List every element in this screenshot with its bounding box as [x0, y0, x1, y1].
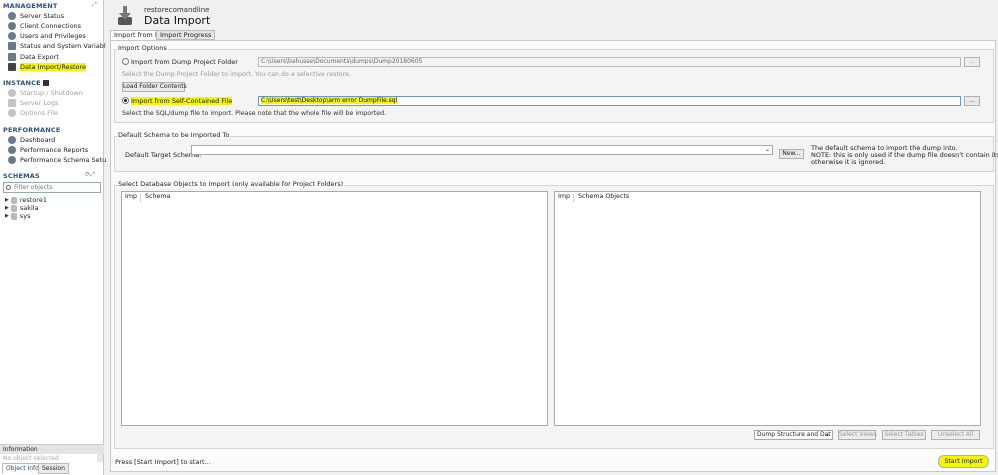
nav-performance-reports[interactable]: Performance Reports — [8, 145, 88, 155]
refresh-schemas-icon[interactable]: ⟳⤢ — [85, 171, 95, 179]
select-tables-button[interactable]: Select Tables — [882, 430, 926, 440]
expand-arrow-icon[interactable]: ▶ — [5, 213, 9, 219]
nav-data-export[interactable]: Data Export — [8, 52, 59, 62]
nav-client-connections[interactable]: Client Connections — [8, 21, 81, 31]
dashboard-icon — [8, 136, 16, 144]
nav-startup-shutdown[interactable]: Startup / Shutdown — [8, 88, 83, 98]
schema-restore1[interactable]: ▶ restore1 — [5, 196, 47, 204]
default-target-schema-select[interactable]: ⌄ — [191, 145, 773, 155]
performance-title: PERFORMANCE — [3, 126, 61, 134]
information-header: Information — [0, 444, 104, 454]
expand-icon[interactable]: ⤢ — [92, 1, 97, 9]
self-contained-file-label[interactable]: Import from Self-Contained File — [131, 97, 233, 105]
expand-arrow-icon[interactable]: ▶ — [5, 205, 9, 211]
expand-arrow-icon[interactable]: ▶ — [5, 197, 9, 203]
info-text: No object selected — [3, 455, 59, 462]
schema-sys[interactable]: ▶ sys — [5, 212, 30, 220]
nav-status-variables[interactable]: Status and System Variables — [8, 41, 113, 51]
column-separator — [140, 194, 141, 202]
col-schema-objects[interactable]: Schema Objects — [578, 193, 629, 200]
client-connections-icon — [8, 22, 16, 30]
startup-icon — [8, 89, 16, 97]
dump-mode-select[interactable]: Dump Structure and Dat ⌄ — [754, 430, 833, 440]
nav-options-file[interactable]: Options File — [8, 108, 58, 118]
import-icon — [8, 63, 16, 71]
data-import-icon — [118, 6, 132, 25]
nav-server-logs[interactable]: Server Logs — [8, 98, 58, 108]
folder-hint: Select the Dump Project Folder to import… — [122, 71, 352, 78]
variables-icon — [8, 42, 16, 50]
export-icon — [8, 53, 16, 61]
schema-note-line3: otherwise it is ignored. — [811, 158, 886, 166]
status-text: Press [Start Import] to start... — [115, 458, 211, 466]
chevron-down-icon: ⌄ — [764, 146, 770, 153]
wrench-icon — [8, 109, 16, 117]
start-import-button[interactable]: Start Import — [938, 455, 989, 468]
import-options-title: Import Options — [117, 44, 168, 52]
tab-import-progress[interactable]: Import Progress — [156, 30, 216, 40]
col-schema[interactable]: Schema — [145, 193, 170, 200]
column-separator — [573, 194, 574, 202]
schema-sakila[interactable]: ▶ sakila — [5, 204, 39, 212]
radio-self-contained-file[interactable] — [122, 97, 129, 104]
unselect-all-button[interactable]: Unselect All — [931, 430, 980, 440]
dump-folder-label[interactable]: Import from Dump Project Folder — [131, 58, 238, 66]
radio-dump-folder[interactable] — [122, 58, 129, 65]
new-schema-button[interactable]: New... — [779, 149, 804, 159]
dump-folder-path-field[interactable]: C:\Users\bahusse\Documents\dumps\Dump201… — [258, 57, 961, 67]
instance-icon — [43, 80, 50, 86]
schemas-title: SCHEMAS — [3, 172, 40, 180]
default-schema-title: Default Schema to be Imported To — [117, 131, 231, 139]
tab-object-info[interactable]: Object Info — [2, 463, 43, 474]
database-icon — [10, 196, 17, 204]
database-icon — [10, 212, 17, 220]
nav-performance-schema-setup[interactable]: Performance Schema Setup — [8, 155, 110, 165]
nav-users-privileges[interactable]: Users and Privileges — [8, 31, 86, 41]
sidebar: MANAGEMENT ⤢ Server Status Client Connec… — [0, 0, 113, 475]
users-icon — [8, 32, 16, 40]
schema-setup-icon — [8, 156, 16, 164]
select-views-button[interactable]: Select Views — [838, 430, 877, 440]
col-imp[interactable]: Imp — [558, 193, 570, 200]
tab-session[interactable]: Session — [38, 463, 69, 474]
info-scrollbar[interactable] — [97, 454, 103, 462]
file-path-field[interactable]: C:\Users\test\Desktop\arm error DumpFile… — [258, 96, 961, 106]
search-icon — [6, 185, 11, 190]
database-icon — [10, 204, 17, 212]
objects-title: Select Database Objects to Import (only … — [117, 180, 345, 188]
schema-objects-list[interactable]: Imp Schema Objects — [554, 191, 981, 426]
reports-icon — [8, 146, 16, 154]
page-title: Data Import — [144, 14, 211, 27]
nav-server-status[interactable]: Server Status — [8, 11, 64, 21]
default-target-schema-label: Default Target Schema: — [125, 151, 202, 159]
nav-data-import[interactable]: Data Import/Restore — [8, 62, 87, 72]
browse-file-button[interactable]: ... — [964, 96, 980, 106]
connection-name: restorecomandline — [144, 6, 210, 14]
schema-list[interactable]: Imp Schema — [121, 191, 548, 426]
management-title: MANAGEMENT — [3, 2, 58, 10]
nav-dashboard[interactable]: Dashboard — [8, 135, 55, 145]
logs-icon — [8, 99, 16, 107]
instance-title: INSTANCE — [3, 79, 50, 87]
load-folder-contents-button[interactable]: Load Folder Contents — [122, 82, 187, 92]
server-status-icon — [8, 12, 16, 20]
chevron-down-icon: ⌄ — [824, 431, 830, 438]
browse-folder-button[interactable]: ... — [964, 57, 980, 67]
filter-objects-input[interactable]: Filter objects — [3, 182, 101, 193]
file-hint: Select the SQL/dump file to import. Plea… — [122, 110, 387, 117]
col-imp[interactable]: Imp — [125, 193, 137, 200]
